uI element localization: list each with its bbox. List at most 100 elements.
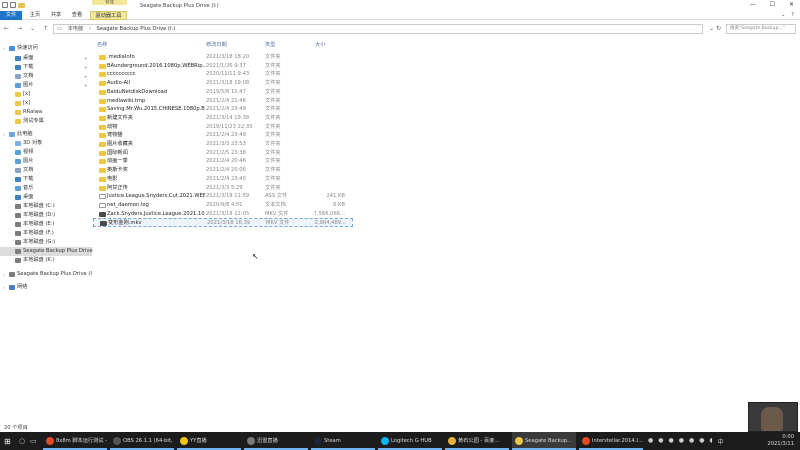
properties-icon[interactable]	[2, 2, 8, 8]
taskbar-app-button[interactable]: Logitech G HUB	[378, 432, 442, 450]
back-arrow-icon[interactable]: ←	[4, 25, 9, 32]
sidebar-item[interactable]: 桌面 ✦	[0, 54, 92, 63]
sidebar-item[interactable]: 下载 ✦	[0, 63, 92, 72]
tray-app-icon[interactable]: ●	[689, 437, 694, 446]
tray-app-icon[interactable]: ●	[669, 437, 674, 446]
chevron-right-icon[interactable]: ›	[3, 130, 5, 139]
sidebar-item[interactable]: 文档 ✦	[0, 72, 92, 81]
file-row[interactable]: 变形金刚.mkv 2021/3/18 16:39 MKV 文件 2,904,489..…	[93, 218, 353, 227]
sidebar-item[interactable]: RRalwa	[0, 108, 92, 117]
sidebar-item[interactable]: 本地磁盘 (C:)	[0, 202, 92, 211]
sidebar-item[interactable]: 视频	[0, 148, 92, 157]
sidebar-item[interactable]: [x]	[0, 90, 92, 99]
file-row[interactable]: 动物 2019/11/23 22:35 文件夹	[93, 123, 353, 132]
chevron-right-icon[interactable]: ›	[3, 283, 5, 292]
file-row[interactable]: 国际新闻 2021/2/5 23:38 文件夹	[93, 149, 353, 158]
sidebar-item[interactable]: 3D 对象	[0, 139, 92, 148]
file-row[interactable]: .mediaInfo 2021/3/18 18:20 文件夹	[93, 53, 353, 62]
column-name[interactable]: 名称	[97, 41, 107, 48]
sidebar-item[interactable]: 测试专属	[0, 117, 92, 126]
search-icon[interactable]: ○	[19, 437, 25, 445]
tab-view[interactable]: 查看	[69, 11, 85, 20]
tab-drive-tools[interactable]: 驱动器工具	[90, 11, 127, 20]
windows-start-icon[interactable]: ⊞	[4, 437, 11, 446]
recent-dropdown-icon[interactable]: ⌄	[30, 25, 35, 32]
chevron-right-icon[interactable]: ›	[3, 270, 5, 279]
file-row[interactable]: Justice.League.Snyders.Cut.2021.WEB... 20…	[93, 192, 353, 201]
minimize-button[interactable]: —	[750, 1, 756, 8]
up-arrow-icon[interactable]: ↑	[43, 25, 48, 32]
tray-app-icon[interactable]: ●	[658, 437, 663, 446]
tab-share[interactable]: 共享	[48, 11, 64, 20]
context-tab-manage[interactable]: 管理	[92, 0, 127, 5]
taskbar-app-button[interactable]: 8x8m 脚本运行测试 - ...	[43, 432, 107, 450]
network-icon	[9, 285, 15, 290]
tray-app-icon[interactable]: ●	[699, 437, 704, 446]
expand-ribbon-icon[interactable]: ⌄	[781, 12, 785, 18]
tray-app-icon[interactable]: ●	[679, 437, 684, 446]
sidebar-item[interactable]: 文档	[0, 166, 92, 175]
sidebar-item[interactable]: 本地磁盘 (F:)	[0, 229, 92, 238]
column-date[interactable]: 修改日期	[206, 41, 227, 48]
taskbar-app-button[interactable]: OBS 26.1.1 (64-bit, ...	[110, 432, 174, 450]
taskbar-app-button[interactable]: 黄石公园 - 百度...	[445, 432, 509, 450]
help-button[interactable]: ?	[791, 12, 794, 18]
file-row[interactable]: Audio-All 2021/3/18 19:08 文件夹	[93, 79, 353, 88]
task-view-icon[interactable]: ▭	[30, 437, 37, 445]
sidebar-item[interactable]: 本地磁盘 (G:)	[0, 238, 92, 247]
tab-file[interactable]: 文件	[0, 11, 22, 20]
sidebar-item[interactable]: 图片 ✦	[0, 81, 92, 90]
sidebar-item[interactable]: [x]	[0, 99, 92, 108]
sidebar-item[interactable]: › 此电脑	[0, 130, 92, 139]
chevron-right-icon[interactable]: ›	[3, 44, 5, 53]
breadcrumb-this-pc[interactable]: 本电脑	[68, 26, 84, 32]
sidebar-item[interactable]: 本地磁盘 (K:)	[0, 256, 92, 265]
breadcrumb-drive[interactable]: Seagate Backup Plus Drive (I:)	[97, 26, 176, 32]
file-row[interactable]: 图片收藏夹 2021/3/3 23:53 文件夹	[93, 140, 353, 149]
new-folder-icon[interactable]	[18, 3, 25, 8]
file-row[interactable]: 阿甘正传 2021/3/3 5:29 文件夹	[93, 184, 353, 193]
sidebar-item[interactable]: 音乐	[0, 184, 92, 193]
sidebar-item[interactable]: › 快速访问	[0, 44, 92, 53]
sidebar-item[interactable]: 图片	[0, 157, 92, 166]
address-field[interactable]: ▭ 本电脑 › Seagate Backup Plus Drive (I:)	[53, 24, 703, 34]
tray-app-icon[interactable]: ●	[648, 437, 653, 446]
file-row[interactable]: Zack.Snyders.Justice.League.2021.108... 2…	[93, 210, 353, 219]
taskbar-app-button[interactable]: 迅雷直播	[244, 432, 308, 450]
file-row[interactable]: net_daemon.log 2020/9/8 4:51 文本文档 6 KB	[93, 201, 353, 210]
file-row[interactable]: cccccccccc 2020/11/11 9:43 文件夹	[93, 70, 353, 79]
forward-arrow-icon[interactable]: →	[17, 25, 22, 32]
file-row[interactable]: BaiduNetdiskDownload 2019/5/8 12:47 文件夹	[93, 88, 353, 97]
file-row[interactable]: 宠物猫 2021/2/4 23:49 文件夹	[93, 131, 353, 140]
sidebar-item[interactable]: › Seagate Backup Plus Drive (I	[0, 270, 92, 279]
refresh-icon[interactable]: ⌄ ↻	[706, 25, 724, 33]
tab-home[interactable]: 主页	[27, 11, 43, 20]
file-row[interactable]: Saving.Mr.Wu.2015.CHINESE.1080p.B... 2021…	[93, 105, 353, 114]
file-row[interactable]: 动画一季 2021/2/4 20:46 文件夹	[93, 157, 353, 166]
column-type[interactable]: 类型	[265, 41, 275, 48]
file-row[interactable]: BAunderground.2016.1080p.WEBRip... 2021/1…	[93, 62, 353, 71]
sidebar-item[interactable]: 本地磁盘 (E:)	[0, 220, 92, 229]
taskbar-app-button[interactable]: Steam	[311, 432, 375, 450]
checkmark-icon[interactable]	[10, 2, 16, 8]
sidebar-item[interactable]: 桌面	[0, 193, 92, 202]
sidebar-item[interactable]: Seagate Backup Plus Drive	[0, 247, 93, 256]
file-row[interactable]: 电影 2021/2/4 23:40 文件夹	[93, 175, 353, 184]
maximize-button[interactable]: ☐	[770, 1, 775, 8]
search-input[interactable]: 搜索"Seagate Backup..."	[726, 24, 796, 34]
file-row[interactable]: 奥斯卡奖 2021/2/4 20:06 文件夹	[93, 166, 353, 175]
volume-icon[interactable]: ◖	[710, 437, 713, 446]
file-row[interactable]: mediawiki.tmp 2021/2/4 21:46 文件夹	[93, 97, 353, 106]
sidebar-item[interactable]: 本地磁盘 (D:)	[0, 211, 92, 220]
column-size[interactable]: 大小	[315, 41, 325, 48]
sidebar-item[interactable]: 下载	[0, 175, 92, 184]
file-name: 新建文件夹	[107, 114, 133, 121]
taskbar-app-button[interactable]: Seagate Backup...	[512, 432, 576, 450]
clock[interactable]: 0:00 2021/3/11	[767, 434, 794, 448]
sidebar-item[interactable]: › 网络	[0, 283, 92, 292]
taskbar-app-button[interactable]: YY直播	[177, 432, 241, 450]
file-row[interactable]: 新建文件夹 2021/3/14 19:38 文件夹	[93, 114, 353, 123]
close-button[interactable]: ✕	[789, 1, 794, 8]
taskbar-app-button[interactable]: Interstellar.2014.I...	[579, 432, 643, 450]
input-method-icon[interactable]: 中	[718, 437, 724, 446]
